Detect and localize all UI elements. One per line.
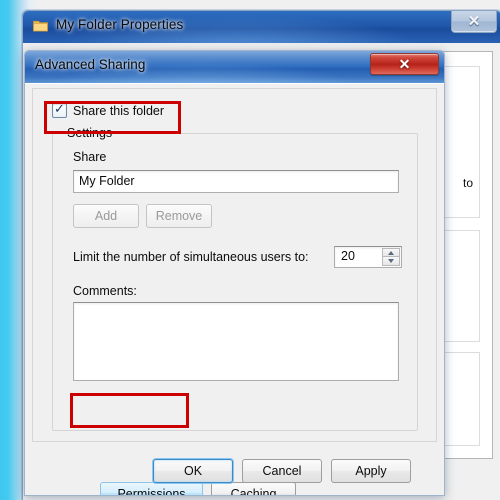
chevron-up-icon <box>388 250 394 255</box>
advanced-sharing-dialog: Advanced Sharing ✕ ✓ Share this folder S… <box>24 50 445 496</box>
properties-window-title: My Folder Properties <box>56 17 184 32</box>
permissions-button[interactable]: Permissions <box>100 482 203 495</box>
add-button[interactable]: Add <box>73 204 139 228</box>
settings-groupbox-legend: Settings <box>63 126 117 140</box>
remove-button[interactable]: Remove <box>146 204 212 228</box>
close-icon: ✕ <box>398 56 411 72</box>
properties-titlebar[interactable]: My Folder Properties ✕ <box>23 11 500 44</box>
advanced-sharing-close-button[interactable]: ✕ <box>370 53 439 75</box>
stepper-buttons[interactable] <box>382 248 400 266</box>
settings-groupbox: Settings Share My Folder Add Remove Limi… <box>52 126 418 431</box>
comments-input[interactable] <box>73 302 399 381</box>
advanced-sharing-title: Advanced Sharing <box>35 57 146 72</box>
share-this-folder-checkbox[interactable]: ✓ Share this folder <box>52 101 165 118</box>
close-icon: ✕ <box>467 13 481 30</box>
advanced-sharing-titlebar[interactable]: Advanced Sharing ✕ <box>25 51 444 84</box>
share-name-input[interactable]: My Folder <box>73 170 399 193</box>
limit-users-label: Limit the number of simultaneous users t… <box>73 250 309 264</box>
apply-button[interactable]: Apply <box>331 459 411 483</box>
checkbox-box[interactable]: ✓ <box>52 101 67 118</box>
background-partial-text: to <box>463 176 474 190</box>
ok-button[interactable]: OK <box>153 459 233 483</box>
limit-users-stepper[interactable]: 20 <box>334 246 402 268</box>
chevron-down-icon <box>388 259 394 263</box>
folder-icon <box>33 20 48 32</box>
stepper-up-button[interactable] <box>382 248 400 257</box>
comments-label: Comments: <box>73 284 137 298</box>
limit-users-value: 20 <box>341 249 355 263</box>
stepper-down-button[interactable] <box>382 257 400 266</box>
checkmark-icon: ✓ <box>54 101 65 116</box>
share-this-folder-label: Share this folder <box>73 103 165 118</box>
cancel-button[interactable]: Cancel <box>242 459 322 483</box>
share-name-label: Share <box>73 150 107 164</box>
advanced-sharing-body: ✓ Share this folder Settings Share My Fo… <box>25 83 444 495</box>
caching-button[interactable]: Caching <box>211 482 296 495</box>
advanced-sharing-content-frame: ✓ Share this folder Settings Share My Fo… <box>32 88 437 442</box>
properties-close-button[interactable]: ✕ <box>451 11 497 33</box>
